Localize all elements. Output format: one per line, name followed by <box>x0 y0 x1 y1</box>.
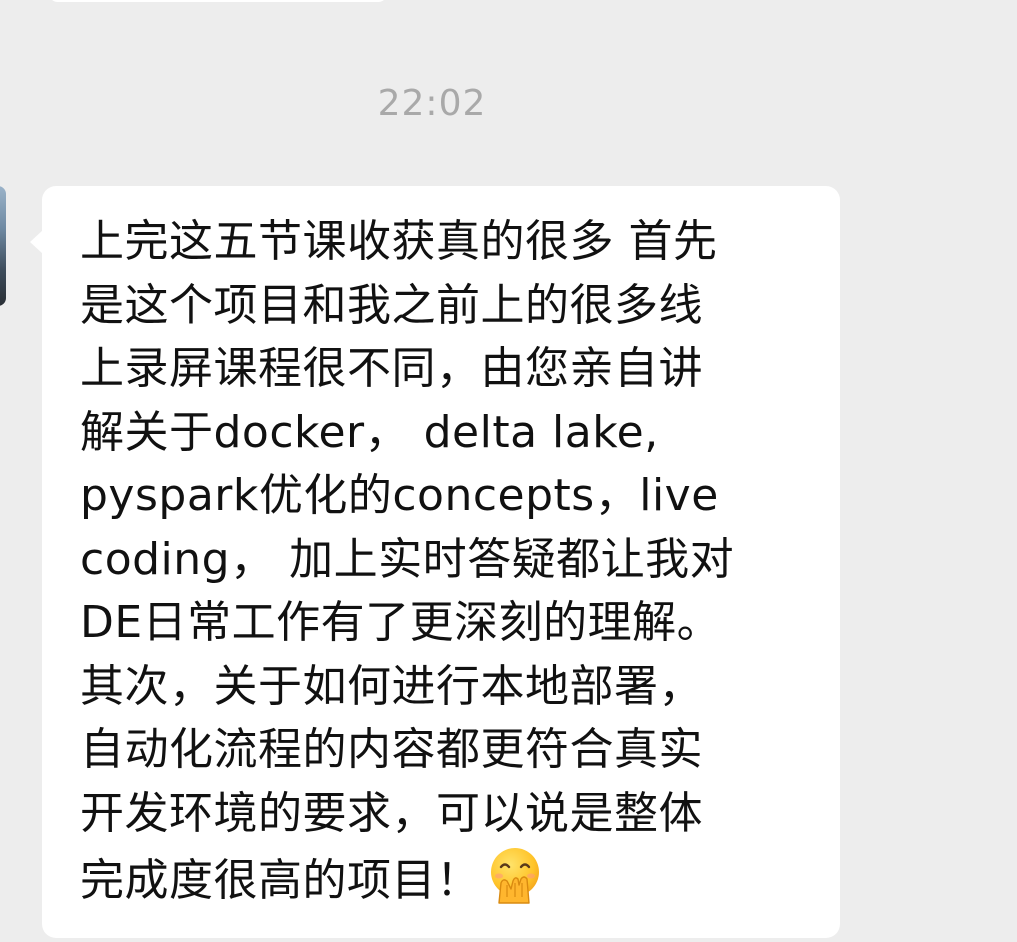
message-bubble[interactable]: 上完这五节课收获真的很多 首先 是这个项目和我之前上的很多线 上录屏课程很不同，… <box>30 186 840 938</box>
avatar[interactable] <box>0 186 6 306</box>
message-text: 上完这五节课收获真的很多 首先 是这个项目和我之前上的很多线 上录屏课程很不同，… <box>80 210 810 913</box>
message-timestamp: 22:02 <box>377 83 487 124</box>
hugging-face-with-hand-over-mouth-emoji <box>490 848 539 904</box>
previous-message-bubble[interactable] <box>48 0 388 2</box>
bubble-tail <box>30 230 43 254</box>
chat-screen: 22:02 上完这五节课收获真的很多 首先 是这个项目和我之前上的很多线 上录屏… <box>0 0 1017 942</box>
message-body: 上完这五节课收获真的很多 首先 是这个项目和我之前上的很多线 上录屏课程很不同，… <box>80 216 735 906</box>
